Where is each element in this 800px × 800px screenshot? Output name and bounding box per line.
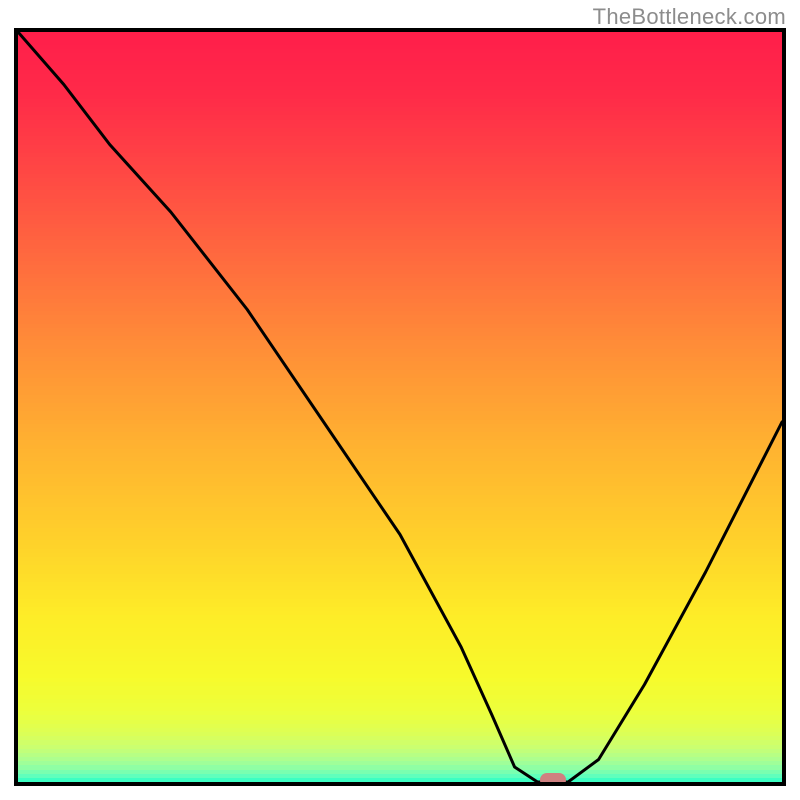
chart-container: TheBottleneck.com [0,0,800,800]
optimal-marker [540,773,566,786]
attribution-text: TheBottleneck.com [593,4,786,30]
chart-frame [14,28,786,786]
bottleneck-curve [18,32,782,782]
